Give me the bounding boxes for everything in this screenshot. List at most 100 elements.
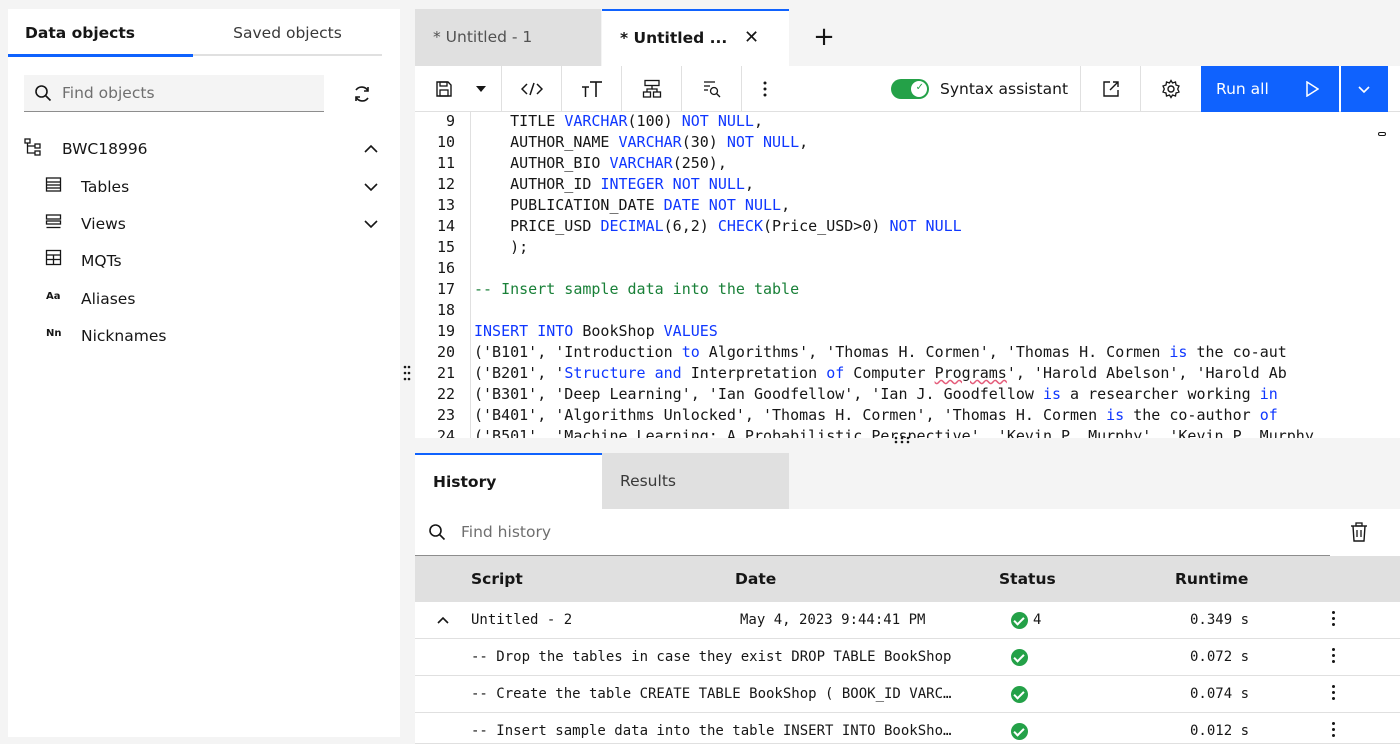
line-number: 19 (436, 322, 455, 340)
schema-node[interactable]: BWC18996 (8, 134, 388, 164)
table-list-icon (45, 177, 62, 192)
success-check-icon (1011, 612, 1028, 629)
tab-untitled-2[interactable]: * Untitled ... ✕ (602, 9, 789, 66)
code-line: ('B101', 'Introduction to Algorithms', '… (474, 343, 1287, 361)
tree-item-nicknames[interactable]: Nn Nicknames (8, 321, 388, 351)
find-history-input[interactable]: Find history (415, 509, 1330, 556)
tab-results[interactable]: Results (602, 453, 789, 509)
add-tab-button[interactable]: + (810, 23, 838, 51)
tree-item-tables[interactable]: Tables (8, 172, 388, 202)
row-runtime: 0.349 s (1190, 612, 1250, 628)
close-icon[interactable]: ✕ (744, 11, 759, 65)
tab-saved-objects[interactable]: Saved objects (193, 9, 382, 56)
line-number: 15 (436, 238, 455, 256)
find-objects-placeholder: Find objects (62, 84, 155, 102)
save-button[interactable] (433, 66, 455, 112)
find-objects-input[interactable]: Find objects (24, 75, 324, 112)
vertical-splitter[interactable] (400, 0, 415, 744)
code-line: AUTHOR_ID INTEGER NOT NULL, (474, 175, 754, 193)
column-header-status[interactable]: Status (999, 556, 1056, 602)
tab-untitled-1[interactable]: * Untitled - 1 (415, 9, 601, 66)
syntax-assistant-toggle[interactable]: ✓ (891, 79, 929, 99)
run-all-button[interactable]: Run all (1201, 66, 1339, 112)
sql-editor[interactable]: 9 10 11 12 13 14 15 16 17 18 19 20 21 22… (415, 112, 1400, 438)
horizontal-splitter[interactable] (415, 436, 1400, 453)
save-menu-button[interactable] (473, 66, 489, 112)
line-number: 22 (436, 385, 455, 403)
bottom-tabs: History Results (415, 453, 1400, 509)
scroll-indicator[interactable] (1378, 132, 1386, 136)
table-row[interactable]: Untitled - 2 May 4, 2023 9:44:41 PM 4 0.… (415, 602, 1400, 639)
find-replace-button[interactable] (682, 66, 742, 112)
chevron-down-icon (1358, 86, 1370, 94)
line-number-gutter: 9 10 11 12 13 14 15 16 17 18 19 20 21 22… (415, 112, 471, 438)
pop-out-button[interactable] (1081, 66, 1140, 112)
line-number: 17 (436, 280, 455, 298)
chevron-down-icon[interactable] (362, 215, 380, 233)
table-row[interactable]: -- Insert sample data into the table INS… (415, 713, 1400, 744)
data-objects-panel: Data objects Saved objects Find objects … (8, 9, 400, 737)
caret-down-icon (476, 86, 486, 92)
chevron-up-icon[interactable] (435, 612, 451, 628)
line-number: 24 (436, 427, 455, 438)
gear-icon (1162, 79, 1180, 99)
find-history-placeholder: Find history (461, 523, 551, 541)
code-line: INSERT INTO BookShop VALUES (474, 322, 718, 340)
trash-icon[interactable] (1350, 522, 1368, 542)
run-all-label: Run all (1216, 80, 1269, 98)
code-line: PRICE_USD DECIMAL(6,2) CHECK(Price_USD>0… (474, 217, 962, 235)
overflow-menu-button[interactable] (742, 66, 788, 112)
line-number: 20 (436, 343, 455, 361)
history-search-bar: Find history (415, 509, 1400, 556)
refresh-icon[interactable] (350, 82, 374, 106)
overflow-menu-icon (763, 81, 767, 97)
chevron-up-icon[interactable] (362, 140, 380, 158)
history-table-header: Script Date Status Runtime (415, 556, 1400, 602)
row-date: May 4, 2023 9:44:41 PM (740, 612, 926, 628)
line-number: 9 (445, 112, 455, 130)
row-script: Untitled - 2 (471, 612, 573, 628)
row-script: -- Insert sample data into the table INS… (471, 723, 952, 739)
line-number: 11 (436, 154, 455, 172)
tree-item-aliases[interactable]: Aa Aliases (8, 284, 388, 314)
drag-handle-icon[interactable] (403, 364, 411, 382)
column-header-script[interactable]: Script (471, 556, 523, 602)
table-row[interactable]: -- Drop the tables in case they exist DR… (415, 639, 1400, 676)
column-header-runtime[interactable]: Runtime (1175, 556, 1248, 602)
tree-item-views[interactable]: Views (8, 209, 388, 239)
run-options-button[interactable] (1341, 66, 1388, 112)
view-list-icon (45, 214, 62, 229)
settings-button[interactable] (1141, 66, 1201, 112)
overflow-menu-icon[interactable] (1332, 611, 1336, 629)
success-check-icon (1011, 649, 1028, 666)
success-check-icon (1011, 723, 1028, 740)
tab-history[interactable]: History (415, 453, 602, 509)
line-number: 16 (436, 259, 455, 277)
tree-item-label: Aliases (81, 290, 136, 308)
code-content[interactable]: TITLE VARCHAR(100) NOT NULL, AUTHOR_NAME… (474, 112, 1394, 438)
code-line: ); (474, 238, 529, 256)
code-line: -- Insert sample data into the table (474, 280, 800, 298)
overflow-menu-icon[interactable] (1332, 685, 1336, 703)
text-size-button[interactable] (562, 66, 622, 112)
schema-label: BWC18996 (62, 140, 148, 158)
tree-item-mqts[interactable]: MQTs (8, 246, 388, 276)
line-number: 21 (436, 364, 455, 382)
format-code-button[interactable] (502, 66, 562, 112)
explain-plan-button[interactable] (622, 66, 682, 112)
nickname-icon: Nn (46, 328, 62, 339)
overflow-menu-icon[interactable] (1332, 648, 1336, 666)
drag-handle-icon[interactable] (893, 436, 911, 444)
chevron-down-icon[interactable] (362, 178, 380, 196)
table-row[interactable]: -- Create the table CREATE TABLE BookSho… (415, 676, 1400, 713)
line-number: 12 (436, 175, 455, 193)
overflow-menu-icon[interactable] (1332, 722, 1336, 740)
column-header-date[interactable]: Date (735, 556, 776, 602)
code-line: TITLE VARCHAR(100) NOT NULL, (474, 112, 763, 130)
tab-data-objects[interactable]: Data objects (8, 9, 193, 57)
alias-icon: Aa (46, 291, 61, 302)
code-line: ('B401', 'Algorithms Unlocked', 'Thomas … (474, 406, 1278, 424)
search-icon (35, 85, 52, 102)
code-line: PUBLICATION_DATE DATE NOT NULL, (474, 196, 791, 214)
code-line: ('B301', 'Deep Learning', 'Ian Goodfello… (474, 385, 1278, 403)
